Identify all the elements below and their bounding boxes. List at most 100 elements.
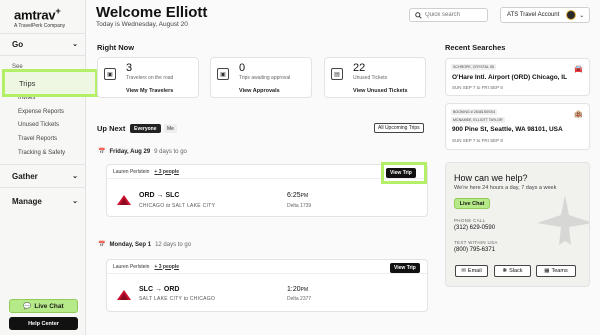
help-center-button[interactable]: Help Center — [9, 317, 78, 330]
nav-section-label: Go — [12, 39, 24, 49]
trip-day-header: 📅 Monday, Sep 1 12 days to go — [98, 241, 192, 249]
view-approvals-link[interactable]: View Approvals — [239, 88, 280, 94]
destination-city: SALT LAKE CITY — [172, 203, 216, 209]
route-connector: to — [166, 203, 171, 209]
search-tag: SCHROPE, CRYSTAL ISI — [451, 64, 497, 70]
flight-number: Delta 1739 — [287, 203, 312, 209]
nav-section-label: Manage — [12, 196, 42, 206]
plane-icon — [537, 195, 589, 245]
stat-desc: Travelers on the road — [126, 75, 174, 81]
suitcase-icon: ▣ — [104, 68, 116, 80]
time-value: 1:20 — [287, 286, 301, 293]
trip-day: Friday, Aug 29 — [109, 148, 151, 155]
car-icon: 🚘 — [574, 66, 583, 73]
flight-number: Delta 2377 — [287, 296, 312, 302]
chevron-down-icon: ⌄ — [72, 41, 78, 48]
brand-logo[interactable]: amtrav+ A TravelPerk Company — [14, 6, 65, 29]
origin-code: SLC — [139, 286, 153, 293]
trip-card[interactable]: Lauren Perlstein + 3 people ORD → SLC CH… — [106, 164, 428, 217]
nav-section-go[interactable]: Go ⌄ — [0, 34, 86, 54]
sidebar-item-travel-reports[interactable]: Travel Reports — [18, 136, 57, 142]
email-button[interactable]: ✉ Email — [455, 265, 488, 277]
origin-city: SALT LAKE CITY — [139, 296, 183, 302]
delta-logo-icon — [117, 290, 131, 300]
brand-tagline: A TravelPerk Company — [14, 23, 66, 30]
view-trip-button[interactable]: View Trip — [390, 263, 420, 273]
slack-icon: ❋ — [502, 268, 508, 274]
days-to-go: 9 days to go — [154, 148, 187, 155]
view-unused-tickets-link[interactable]: View Unused Tickets — [353, 88, 408, 94]
route: SLC → ORD — [139, 286, 179, 293]
stat-number: 3 — [126, 62, 133, 74]
time-ampm: PM — [300, 287, 309, 293]
recent-search-card[interactable]: BOOKING # 25481S0SS4 MCNAMEE, ELLIOTT TA… — [445, 103, 590, 150]
search-icon — [415, 11, 422, 19]
text-number[interactable]: (800) 795-6371 — [454, 247, 495, 253]
destination-code: SLC — [165, 192, 180, 199]
stat-desc: Trips awaiting approval — [239, 75, 291, 81]
help-title: How can we help? — [454, 173, 528, 183]
recent-search-card[interactable]: SCHROPE, CRYSTAL ISI O'Hare Intl. Airpor… — [445, 58, 590, 96]
page-title: Welcome Elliott — [96, 4, 208, 21]
right-now-title: Right Now — [97, 43, 135, 52]
teams-icon: ▦ — [544, 268, 550, 274]
slack-button[interactable]: ❋ Slack — [494, 265, 531, 277]
trip-card[interactable]: Lauren Perlstein + 3 people SLC → ORD SA… — [106, 259, 428, 312]
help-live-chat-button[interactable]: Live Chat — [454, 198, 490, 209]
phone-number[interactable]: (312) 629-0590 — [454, 225, 495, 231]
route-cities: SALT LAKE CITY to CHICAGO — [139, 296, 215, 302]
chat-icon: 💬 — [23, 303, 32, 310]
delta-logo-icon — [117, 195, 131, 205]
live-chat-button[interactable]: 💬 Live Chat — [9, 299, 78, 313]
additional-people-link[interactable]: + 3 people — [154, 264, 179, 270]
destination-city: CHICAGO — [189, 296, 216, 302]
search-input[interactable] — [425, 12, 485, 18]
origin-code: ORD — [139, 192, 155, 199]
date-subtitle: Today is Wednesday, August 20 — [96, 21, 188, 28]
all-upcoming-trips-button[interactable]: All Upcoming Trips — [374, 123, 424, 133]
chevron-down-icon: ⌄ — [72, 198, 78, 205]
divider — [0, 164, 86, 165]
route-connector: to — [183, 296, 188, 302]
up-next-title: Up Next — [97, 124, 126, 133]
view-trip-highlight — [381, 162, 427, 184]
additional-people-link[interactable]: + 3 people — [154, 169, 179, 175]
trip-day-header: 📅 Friday, Aug 29 9 days to go — [98, 148, 187, 156]
account-menu[interactable]: ATS Travel Account ⌄ — [500, 7, 590, 23]
days-to-go: 12 days to go — [155, 241, 192, 248]
departure-time: 6:25PM — [287, 192, 308, 199]
nav-section-gather[interactable]: Gather ⌄ — [0, 166, 86, 186]
slack-label: Slack — [509, 268, 523, 274]
phone-label: PHONE CALL — [454, 218, 486, 223]
recent-searches-title: Recent Searches — [445, 43, 506, 52]
stat-card-travelers: ▣ 3 Travelers on the road View My Travel… — [97, 57, 199, 98]
origin-city: CHICAGO — [139, 203, 165, 209]
teams-button[interactable]: ▦ Teams — [536, 265, 576, 277]
sidebar-item-expense-reports[interactable]: Expense Reports — [18, 109, 64, 115]
booking-tag: BOOKING # 25481S0SS4 — [451, 109, 497, 115]
quick-search[interactable] — [409, 8, 488, 22]
sidebar-item-trips[interactable]: Trips — [2, 69, 98, 97]
sidebar-item-unused-tickets[interactable]: Unused Tickets — [18, 122, 59, 128]
nav-section-manage[interactable]: Manage ⌄ — [0, 191, 86, 211]
teams-label: Teams — [551, 268, 568, 274]
sidebar: amtrav+ A TravelPerk Company Go ⌄ See In… — [0, 0, 86, 335]
divider — [0, 187, 86, 188]
live-chat-label: Live Chat — [34, 302, 64, 310]
view-my-travelers-link[interactable]: View My Travelers — [126, 88, 173, 94]
stat-card-unused-tickets: ▤ 22 Unused Tickets View Unused Tickets — [324, 57, 426, 98]
route-cities: CHICAGO to SALT LAKE CITY — [139, 203, 215, 209]
sidebar-item-label: Trips — [19, 78, 36, 88]
help-subtitle: We're here 24 hours a day, 7 days a week — [454, 185, 557, 191]
sidebar-item-tracking-safety[interactable]: Tracking & Safety — [18, 150, 65, 156]
stat-card-approvals: ▣ 0 Trips awaiting approval View Approva… — [210, 57, 312, 98]
toggle-me[interactable]: Me — [164, 124, 177, 133]
search-dates: SUN SEP 7 to FRI SEP 8 — [452, 138, 503, 143]
suitcase-icon: ▣ — [217, 68, 229, 80]
traveler-name: Lauren Perlstein — [113, 263, 150, 270]
stat-number: 22 — [353, 62, 366, 74]
destination-code: ORD — [163, 286, 180, 293]
route: ORD → SLC — [139, 192, 179, 199]
toggle-everyone[interactable]: Everyone — [130, 124, 161, 133]
avatar — [566, 10, 577, 20]
